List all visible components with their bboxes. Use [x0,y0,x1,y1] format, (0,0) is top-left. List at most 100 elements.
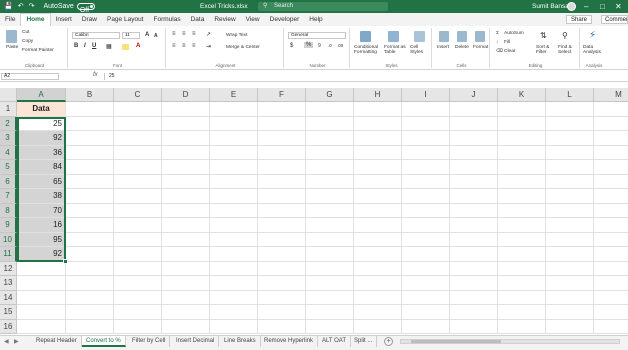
data-analysis-button[interactable]: Data Analysis [583,45,607,55]
cell-f8[interactable] [258,203,306,218]
cell-b11[interactable] [66,247,114,262]
fill-button[interactable]: Fill [504,40,510,45]
decrease-font-icon[interactable]: A [154,33,158,39]
paste-button[interactable]: Paste [6,45,18,50]
cell-e16[interactable] [210,319,258,334]
cell-e3[interactable] [210,131,258,146]
cell-m1[interactable] [594,102,628,117]
cell-k11[interactable] [498,247,546,262]
row-header-14[interactable]: 14 [0,290,17,305]
cell-i3[interactable] [402,131,450,146]
cell-k14[interactable] [498,290,546,305]
tab-review[interactable]: Review [209,14,240,26]
cell-l6[interactable] [546,174,594,189]
cell-i14[interactable] [402,290,450,305]
cell-g14[interactable] [306,290,354,305]
cell-h5[interactable] [354,160,402,175]
cell-j15[interactable] [450,305,498,320]
cell-b1[interactable] [66,102,114,117]
delete-cells-button[interactable]: Delete [455,45,469,50]
cell-d16[interactable] [162,319,210,334]
sheet-tab-remove-hyperlink[interactable]: Remove Hyperlink [260,336,319,347]
cell-e6[interactable] [210,174,258,189]
cell-f15[interactable] [258,305,306,320]
fill-handle[interactable] [63,258,68,264]
cell-h6[interactable] [354,174,402,189]
autosave-toggle[interactable]: Off [76,3,95,14]
cell-m7[interactable] [594,189,628,204]
autosave-control[interactable]: AutoSave Off [43,0,95,14]
column-header-h[interactable]: H [354,88,402,102]
cell-b5[interactable] [66,160,114,175]
sheet-tab-line-breaks[interactable]: Line Breaks [220,336,261,347]
cell-l16[interactable] [546,319,594,334]
cell-k6[interactable] [498,174,546,189]
cell-g15[interactable] [306,305,354,320]
cell-j13[interactable] [450,276,498,291]
cell-e7[interactable] [210,189,258,204]
cell-j3[interactable] [450,131,498,146]
cell-k12[interactable] [498,261,546,276]
cell-i1[interactable] [402,102,450,117]
cell-a3[interactable]: 92 [17,131,66,146]
cell-f9[interactable] [258,218,306,233]
minimize-icon[interactable]: – [584,0,588,13]
format-painter-button[interactable]: Format Painter [22,48,54,53]
cell-e9[interactable] [210,218,258,233]
decrease-decimal-icon[interactable]: .00 [337,43,343,48]
cell-b15[interactable] [66,305,114,320]
cell-d5[interactable] [162,160,210,175]
align-bottom-icon[interactable]: ≡ [192,31,196,37]
cell-h12[interactable] [354,261,402,276]
cell-j12[interactable] [450,261,498,276]
cell-c14[interactable] [114,290,162,305]
cell-h1[interactable] [354,102,402,117]
cell-c5[interactable] [114,160,162,175]
cell-c2[interactable] [114,116,162,131]
cell-g4[interactable] [306,145,354,160]
increase-font-icon[interactable]: A [145,32,149,38]
cell-f7[interactable] [258,189,306,204]
fill-color-icon[interactable] [122,44,129,50]
align-right-icon[interactable]: ≡ [192,43,196,49]
cell-j14[interactable] [450,290,498,305]
cell-d3[interactable] [162,131,210,146]
column-header-f[interactable]: F [258,88,306,102]
cell-a6[interactable]: 65 [17,174,66,189]
cell-e10[interactable] [210,232,258,247]
font-size-select[interactable]: 11 [122,32,140,39]
cell-i11[interactable] [402,247,450,262]
cell-d1[interactable] [162,102,210,117]
cell-g6[interactable] [306,174,354,189]
cell-h8[interactable] [354,203,402,218]
column-header-l[interactable]: L [546,88,594,102]
comma-style-icon[interactable]: 9 [318,43,321,49]
cell-e5[interactable] [210,160,258,175]
select-all-corner[interactable] [0,88,17,102]
cell-g8[interactable] [306,203,354,218]
wrap-text-button[interactable]: Wrap Text [226,33,247,38]
cell-k8[interactable] [498,203,546,218]
cell-i6[interactable] [402,174,450,189]
cell-e13[interactable] [210,276,258,291]
cell-f12[interactable] [258,261,306,276]
cell-g12[interactable] [306,261,354,276]
horizontal-scrollbar[interactable] [400,339,620,344]
comments-button[interactable]: Comments [601,15,628,24]
cell-d7[interactable] [162,189,210,204]
cell-a14[interactable] [17,290,66,305]
cell-m9[interactable] [594,218,628,233]
save-icon[interactable]: 💾 [4,0,13,13]
sort-filter-button[interactable]: Sort & Filter [536,45,556,55]
cell-d13[interactable] [162,276,210,291]
conditional-formatting-icon[interactable] [360,31,371,42]
cell-b13[interactable] [66,276,114,291]
cell-a10[interactable]: 95 [17,232,66,247]
column-header-e[interactable]: E [210,88,258,102]
sheet-tab-repeat-header[interactable]: Repeat Header [32,336,82,347]
cell-k4[interactable] [498,145,546,160]
row-header-10[interactable]: 10 [0,232,17,247]
tab-view[interactable]: View [241,14,265,26]
cell-m10[interactable] [594,233,628,247]
cell-h4[interactable] [354,145,402,160]
